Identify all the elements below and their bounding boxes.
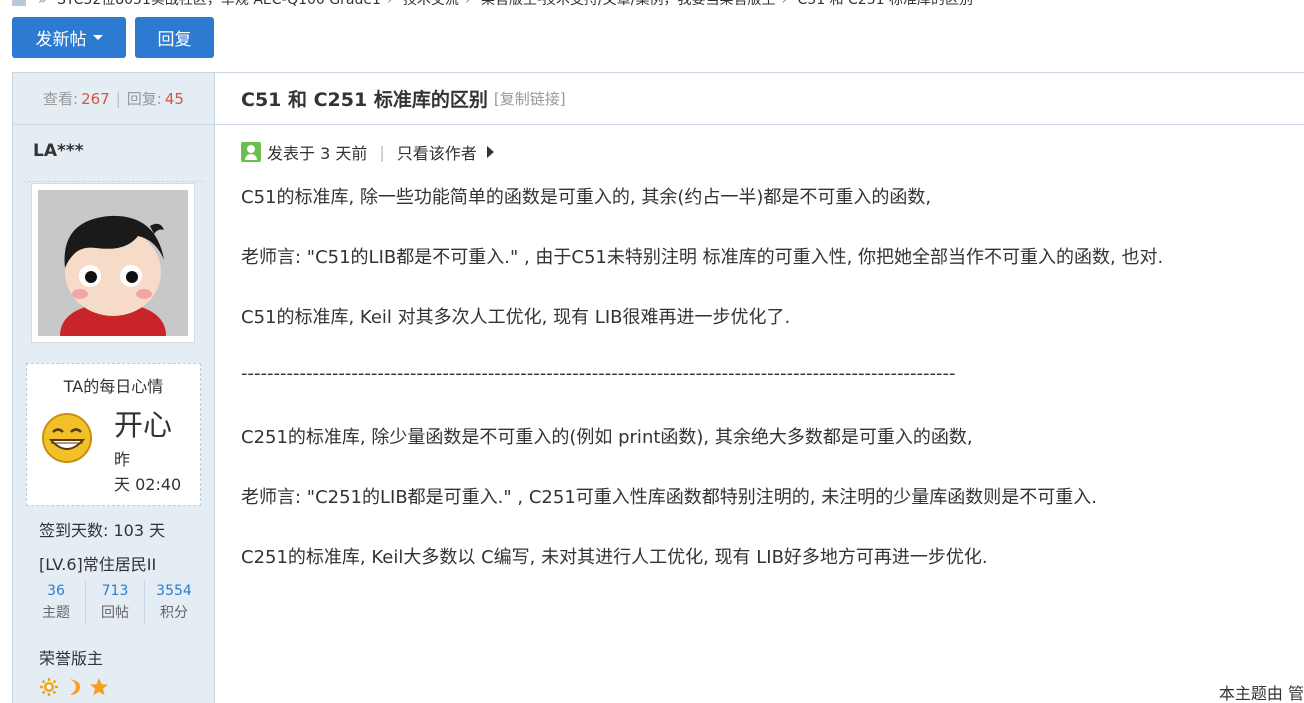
breadcrumb-item-section[interactable]: 某官版主-技术支持/文章/案例，我要当某官版主 (481, 0, 775, 8)
post-title: C51 和 C251 标准库的区别 (241, 89, 488, 111)
post-header: C51 和 C251 标准库的区别 [复制链接] (215, 73, 1304, 125)
stat-points[interactable]: 3554 积分 (145, 580, 203, 624)
post-paragraph: C251的标准库, Keil大多数以 C编写, 未对其进行人工优化, 现有 LI… (241, 547, 988, 568)
only-author-link[interactable]: 只看该作者 (397, 140, 477, 164)
replies-label: 回复: (126, 90, 162, 108)
stat-value: 3554 (156, 583, 192, 599)
divider (23, 181, 204, 182)
mood-time-line1: 昨 (114, 450, 131, 469)
post-body: C51 和 C251 标准库的区别 [复制链接] 发表于 3 天前 | 只看该作… (215, 73, 1304, 703)
reply-button[interactable]: 回复 (135, 17, 214, 58)
stat-value: 713 (101, 583, 129, 599)
daily-mood: TA的每日心情 开心 昨 天 02:40 (26, 363, 201, 506)
post-paragraph: C51的标准库, Keil 对其多次人工优化, 现有 LIB很难再进一步优化了. (241, 307, 791, 328)
stat-label: 回帖 (101, 605, 129, 621)
happy-face-icon (42, 413, 92, 463)
breadcrumb-item-forum[interactable]: STC32位8051实战社区，单规 AEC-Q100 Grade1 (57, 0, 381, 8)
post-paragraph: 老师言: "C251的LIB都是可重入." , C251可重入性库函数都特别注明… (241, 487, 1097, 508)
post-time: 发表于 3 天前 (267, 144, 368, 163)
author-name[interactable]: LA*** (13, 125, 214, 169)
star-icon (90, 678, 108, 696)
stat-topics[interactable]: 36 主题 (27, 580, 86, 624)
views-count: 267 (81, 89, 110, 108)
mood-title: TA的每日心情 (63, 377, 164, 396)
thread-footer-note: 本主题由 管 (1218, 684, 1304, 703)
breadcrumb-item-tech[interactable]: 技术交流 (403, 0, 459, 8)
post-meta: 发表于 3 天前 | 只看该作者 (241, 140, 494, 164)
author-panel: 查看: 267 | 回复: 45 LA*** TA的每日心情 开心 昨 天 02… (13, 73, 215, 703)
new-post-button[interactable]: 发新帖 (12, 17, 126, 58)
online-user-icon (241, 142, 261, 162)
breadcrumb: » STC32位8051实战社区，单规 AEC-Q100 Grade1 › 技术交… (12, 0, 973, 9)
mood-time-line2: 天 02:40 (114, 475, 182, 494)
home-icon[interactable] (12, 0, 26, 6)
caret-right-icon[interactable] (486, 146, 494, 158)
chevron-down-icon (92, 35, 103, 40)
rank-medals (39, 677, 109, 697)
honor-title: 荣誉版主 (39, 649, 104, 668)
stat-value: 36 (47, 583, 65, 599)
copy-link-button[interactable]: [复制链接] (494, 88, 566, 109)
replies-count: 45 (164, 89, 184, 108)
user-stats: 36 主题 713 回帖 3554 积分 (27, 580, 203, 624)
avatar-image (38, 190, 188, 336)
new-post-label: 发新帖 (35, 30, 87, 50)
views-label: 查看: (43, 90, 79, 108)
post-paragraph: C51的标准库, 除一些功能简单的函数是可重入的, 其余(约占一半)都是不可重入… (241, 187, 932, 208)
post-separator: ----------------------------------------… (241, 363, 956, 384)
stat-label: 主题 (42, 605, 70, 621)
post-paragraph: 老师言: "C51的LIB都是不可重入." , 由于C51未特别注明 标准库的可… (241, 247, 1164, 268)
reply-label: 回复 (157, 30, 192, 50)
stat-label: 积分 (160, 605, 188, 621)
user-level[interactable]: [LV.6]常住居民II (39, 551, 156, 575)
breadcrumb-item-current: C51 和 C251 标准库的区别 (797, 0, 973, 8)
thread-stats: 查看: 267 | 回复: 45 (13, 73, 214, 125)
post-container: 查看: 267 | 回复: 45 LA*** TA的每日心情 开心 昨 天 02… (12, 72, 1304, 703)
sun-icon (40, 678, 58, 696)
stat-replies[interactable]: 713 回帖 (86, 580, 145, 624)
moon-icon (70, 679, 81, 695)
avatar[interactable] (31, 183, 195, 343)
signin-days: 签到天数: 103 天 (39, 521, 166, 540)
mood-value: 开心 (114, 408, 173, 442)
post-paragraph: C251的标准库, 除少量函数是不可重入的(例如 print函数), 其余绝大多… (241, 427, 973, 448)
